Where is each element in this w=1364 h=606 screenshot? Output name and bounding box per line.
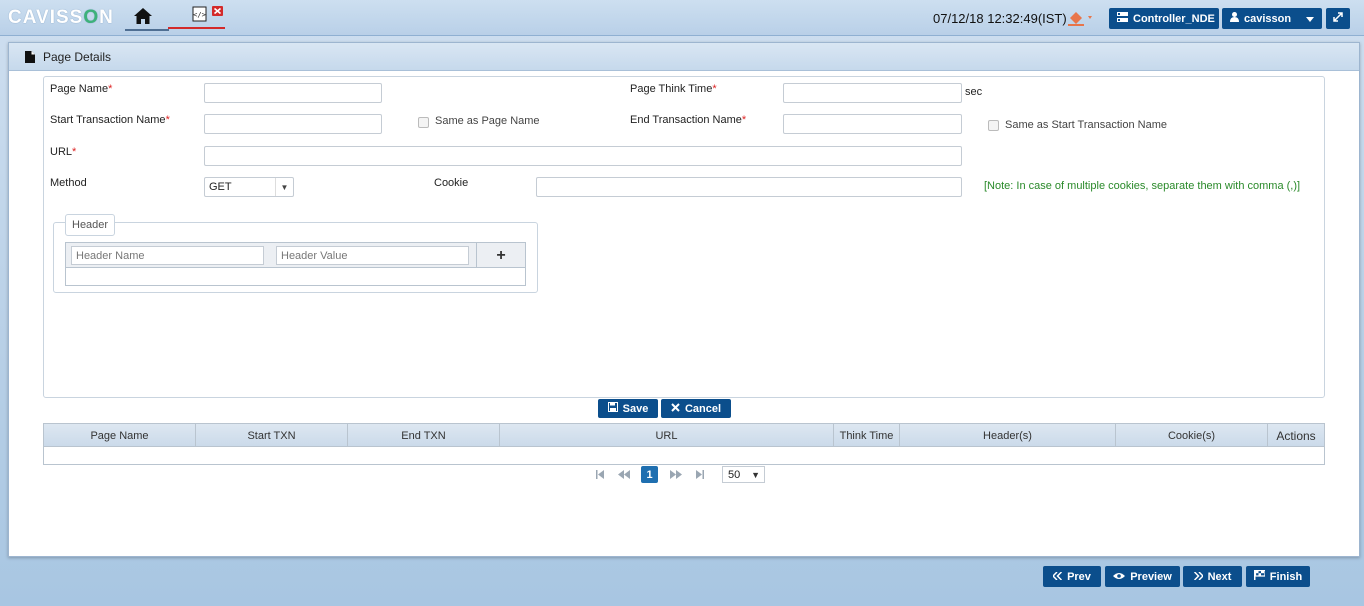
col-page-name[interactable]: Page Name [44,424,196,447]
expand-icon [1332,11,1344,26]
floppy-icon [607,402,618,415]
svg-text:</>: </> [193,11,206,19]
next-page-icon[interactable] [669,466,683,483]
col-headers[interactable]: Header(s) [900,424,1116,447]
user-menu-button[interactable]: cavisson [1222,8,1322,29]
header-name-input[interactable]: Header Name [71,246,264,265]
chevron-down-icon: ▼ [275,178,293,196]
rows-per-page-value: 50 [728,468,741,481]
first-page-icon[interactable] [594,466,606,483]
prev-label: Prev [1067,570,1091,583]
next-button[interactable]: Next [1183,566,1242,587]
script-tab-underline [168,27,225,29]
end-txn-input[interactable] [783,114,962,134]
cookie-label: Cookie [434,177,469,189]
double-left-icon [1052,570,1063,583]
add-header-button[interactable]: + [476,243,525,268]
double-right-icon [1193,570,1204,583]
cancel-label: Cancel [684,402,722,415]
theme-paint-icon[interactable] [1067,9,1097,27]
start-txn-input[interactable] [204,114,382,134]
save-button[interactable]: Save [598,399,658,418]
page-details-panel: Page Details Page Name* Page Think Time*… [8,42,1360,557]
controller-label: Controller_NDE [1133,12,1215,25]
start-txn-label: Start Transaction Name* [50,114,170,126]
sec-unit-label: sec [965,86,983,98]
next-label: Next [1207,570,1232,583]
col-think-time[interactable]: Think Time [834,424,900,447]
prev-page-icon[interactable] [617,466,631,483]
home-tab-underline [125,29,169,31]
panel-title: Page Details [43,50,112,64]
same-as-start-label: Same as Start Transaction Name [1005,119,1168,131]
chevron-down-icon: ▼ [751,469,760,480]
finish-label: Finish [1269,570,1303,583]
preview-label: Preview [1130,570,1172,583]
caret-down-icon [1306,13,1314,25]
save-label: Save [622,402,649,415]
end-txn-label: End Transaction Name* [630,114,747,126]
header-value-input[interactable]: Header Value [276,246,469,265]
panel-header: Page Details [9,43,1359,71]
page-name-input[interactable] [204,83,382,103]
method-select[interactable]: GET ▼ [204,177,294,197]
header-table: Header Name Header Value + [65,242,526,286]
user-icon [1230,12,1239,25]
header-fieldset: Header Header Name Header Value + [53,214,538,293]
url-input[interactable] [204,146,962,166]
finish-button[interactable]: Finish [1246,566,1310,587]
document-icon [25,51,35,63]
method-value: GET [209,181,232,193]
url-label: URL* [50,146,77,158]
page-form: Page Name* Page Think Time* sec Start Tr… [43,76,1325,398]
col-actions: Actions [1276,428,1316,443]
top-bar: CAVISSON </> 07/12/18 12:32:49(IST) Cont… [0,0,1364,36]
same-as-page-label: Same as Page Name [435,115,540,127]
col-cookies[interactable]: Cookie(s) [1116,424,1268,447]
page-think-time-input[interactable] [783,83,962,103]
prev-button[interactable]: Prev [1043,566,1101,587]
cavisson-logo: CAVISSON [8,7,114,28]
server-icon [1117,12,1128,25]
script-tab[interactable]: </> [190,5,224,27]
table-header-row: Page Name Start TXN End TXN URL Think Ti… [44,424,1324,447]
eye-icon [1113,571,1126,583]
user-label: cavisson [1244,12,1292,25]
header-input-row: Header Name Header Value + [66,243,525,268]
datetime-display: 07/12/18 12:32:49(IST) [933,11,1067,26]
col-start-txn[interactable]: Start TXN [196,424,348,447]
cancel-button[interactable]: Cancel [661,399,731,418]
same-as-start-checkbox[interactable] [988,120,999,131]
pages-table: Page Name Start TXN End TXN URL Think Ti… [43,423,1325,465]
method-label: Method [50,177,87,189]
flag-icon [1253,569,1266,583]
controller-button[interactable]: Controller_NDE [1109,8,1219,29]
same-as-page-checkbox[interactable] [418,117,429,128]
cookie-input[interactable] [536,177,962,197]
home-icon[interactable] [133,7,155,27]
col-end-txn[interactable]: End TXN [348,424,500,447]
col-url[interactable]: URL [500,424,834,447]
preview-button[interactable]: Preview [1105,566,1180,587]
page-number[interactable]: 1 [641,466,658,483]
page-think-time-label: Page Think Time* [630,83,717,95]
rows-per-page-select[interactable]: 50 ▼ [722,466,765,483]
close-icon [671,402,680,415]
last-page-icon[interactable] [694,466,706,483]
fullscreen-button[interactable] [1326,8,1350,29]
header-legend: Header [65,214,116,236]
cookie-note: [Note: In case of multiple cookies, sepa… [984,180,1301,192]
page-name-label: Page Name* [50,83,113,95]
